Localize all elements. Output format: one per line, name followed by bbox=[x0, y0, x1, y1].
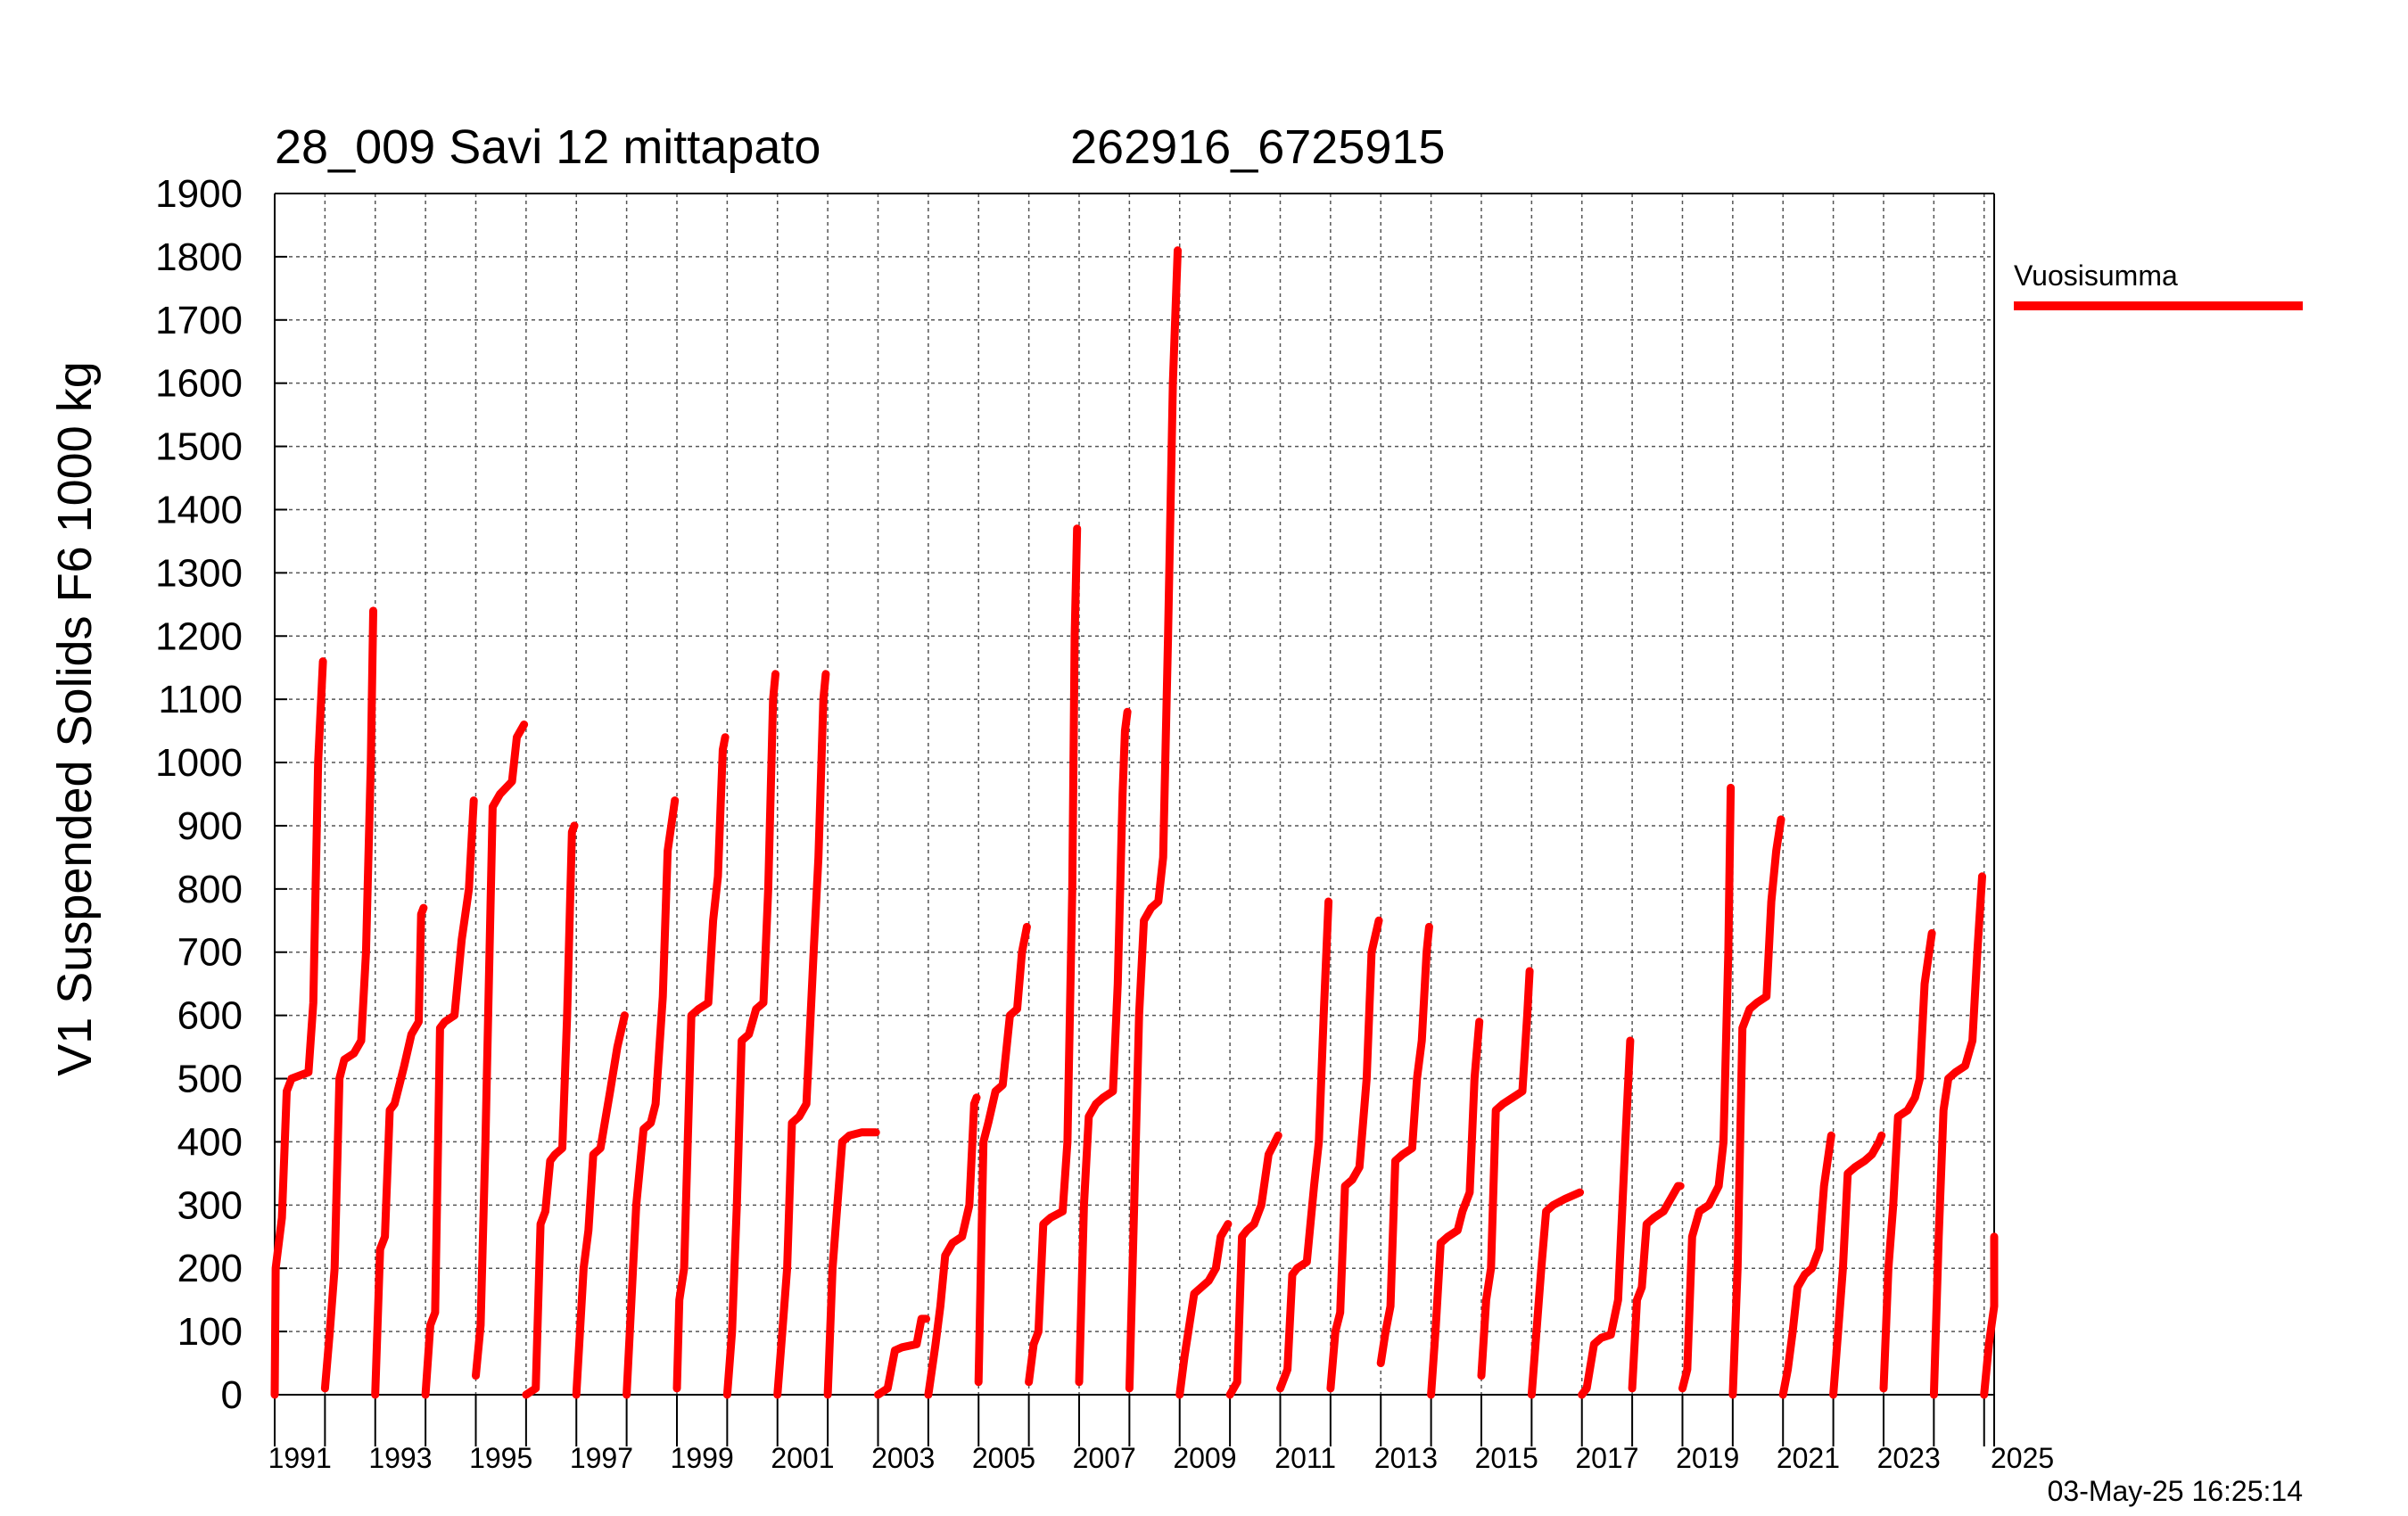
x-tick-label: 2001 bbox=[771, 1442, 834, 1474]
y-tick-label: 1800 bbox=[155, 235, 243, 279]
x-tick-label: 2007 bbox=[1073, 1442, 1136, 1474]
y-tick-label: 1500 bbox=[155, 425, 243, 469]
x-tick-label: 2017 bbox=[1575, 1442, 1638, 1474]
x-tick-label: 2013 bbox=[1374, 1442, 1438, 1474]
chart-svg: 0 100 200 300 400 500 600 700 800 900 1000 1100 1200… bbox=[0, 0, 2408, 1516]
y-tick-label: 200 bbox=[177, 1247, 243, 1290]
chart-subtitle: 262916_6725915 bbox=[1070, 120, 1445, 174]
y-tick-label: 800 bbox=[177, 868, 243, 911]
y-tick-label: 600 bbox=[177, 994, 243, 1038]
x-tick-label: 1999 bbox=[671, 1442, 734, 1474]
x-tick-label: 2023 bbox=[1877, 1442, 1941, 1474]
y-tick-label: 700 bbox=[177, 931, 243, 975]
y-tick-label: 1900 bbox=[155, 172, 243, 216]
y-tick-label: 300 bbox=[177, 1183, 243, 1227]
x-tick-label: 1995 bbox=[469, 1442, 532, 1474]
y-tick-label: 1100 bbox=[158, 678, 243, 721]
y-tick-label: 1700 bbox=[155, 299, 243, 342]
x-tick-label: 2009 bbox=[1173, 1442, 1236, 1474]
y-tick-label: 1000 bbox=[155, 741, 243, 785]
x-tick-label: 2011 bbox=[1274, 1442, 1336, 1474]
y-tick-label: 0 bbox=[221, 1373, 243, 1417]
x-tick-label: 2025 bbox=[1991, 1442, 2054, 1474]
y-tick-label: 500 bbox=[177, 1058, 243, 1101]
x-tick-label: 2005 bbox=[972, 1442, 1035, 1474]
x-tick-label: 2019 bbox=[1676, 1442, 1739, 1474]
y-tick-label: 1600 bbox=[155, 362, 243, 406]
y-tick-label: 400 bbox=[177, 1120, 243, 1164]
x-tick-label: 1993 bbox=[368, 1442, 432, 1474]
y-tick-label: 100 bbox=[177, 1310, 243, 1354]
chart-title: 28_009 Savi 12 mittapato bbox=[275, 120, 821, 174]
x-tick-label: 2003 bbox=[871, 1442, 935, 1474]
y-tick-label: 1300 bbox=[155, 551, 243, 595]
x-tick-label: 1997 bbox=[570, 1442, 633, 1474]
y-tick-label: 1400 bbox=[155, 488, 243, 531]
timestamp: 03-May-25 16:25:14 bbox=[2048, 1475, 2303, 1507]
x-tick-label: 2015 bbox=[1475, 1442, 1538, 1474]
y-axis-label: V1 Suspended Solids F6 1000 kg bbox=[48, 361, 102, 1076]
legend-label: Vuosisumma bbox=[2014, 260, 2178, 292]
y-tick-label: 1200 bbox=[155, 614, 243, 658]
x-tick-label: 2021 bbox=[1777, 1442, 1840, 1474]
x-tick-label: 1991 bbox=[268, 1442, 332, 1474]
y-tick-label: 900 bbox=[177, 804, 243, 848]
